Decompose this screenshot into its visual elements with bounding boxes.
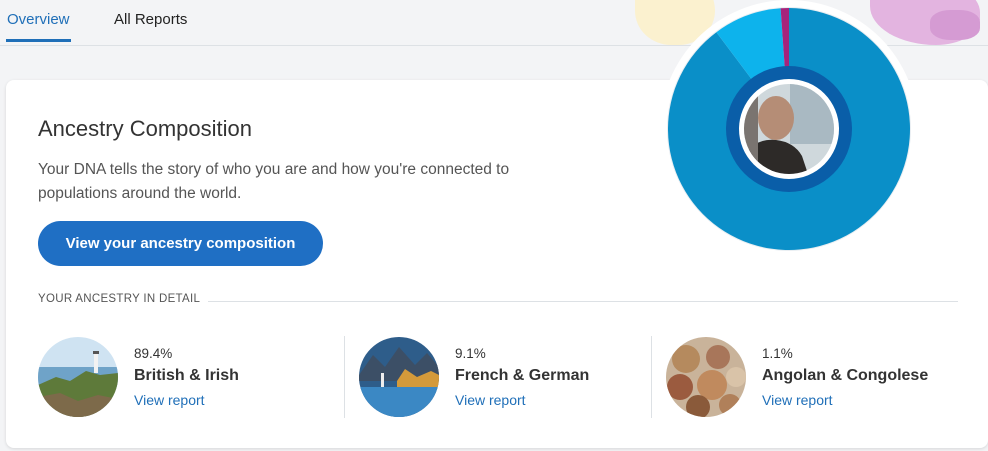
tab-overview[interactable]: Overview (6, 11, 71, 42)
ancestry-item-british-irish: 89.4% British & Irish View report (38, 336, 338, 418)
section-divider (208, 301, 958, 302)
woven-baskets-photo (666, 337, 746, 417)
ancestry-percent: 1.1% (762, 346, 793, 361)
ancestry-item-french-german: 9.1% French & German View report (359, 336, 649, 418)
section-label: YOUR ANCESTRY IN DETAIL (38, 293, 201, 305)
card-description: Your DNA tells the story of who you are … (38, 161, 510, 202)
view-report-link-french-german[interactable]: View report (455, 392, 526, 408)
ancestry-donut-chart (660, 0, 918, 258)
alpine-lake-village-photo (359, 337, 439, 417)
ancestry-name: British & Irish (134, 367, 239, 384)
ancestry-percent: 9.1% (455, 346, 486, 361)
ancestry-percent: 89.4% (134, 346, 173, 361)
profile-avatar (744, 84, 834, 174)
view-report-link-angolan-congolese[interactable]: View report (762, 392, 833, 408)
tab-all-reports[interactable]: All Reports (114, 11, 187, 28)
column-divider (344, 336, 345, 418)
ancestry-name: French & German (455, 367, 590, 384)
column-divider (651, 336, 652, 418)
ancestry-item-angolan-congolese: 1.1% Angolan & Congolese View report (666, 336, 966, 418)
ancestry-donut-svg (660, 0, 918, 258)
view-ancestry-composition-button[interactable]: View your ancestry composition (38, 221, 323, 266)
ancestry-name: Angolan & Congolese (762, 367, 929, 384)
coastal-lighthouse-photo (38, 337, 118, 417)
card-title: Ancestry Composition (38, 116, 252, 141)
view-report-link-british-irish[interactable]: View report (134, 392, 205, 408)
